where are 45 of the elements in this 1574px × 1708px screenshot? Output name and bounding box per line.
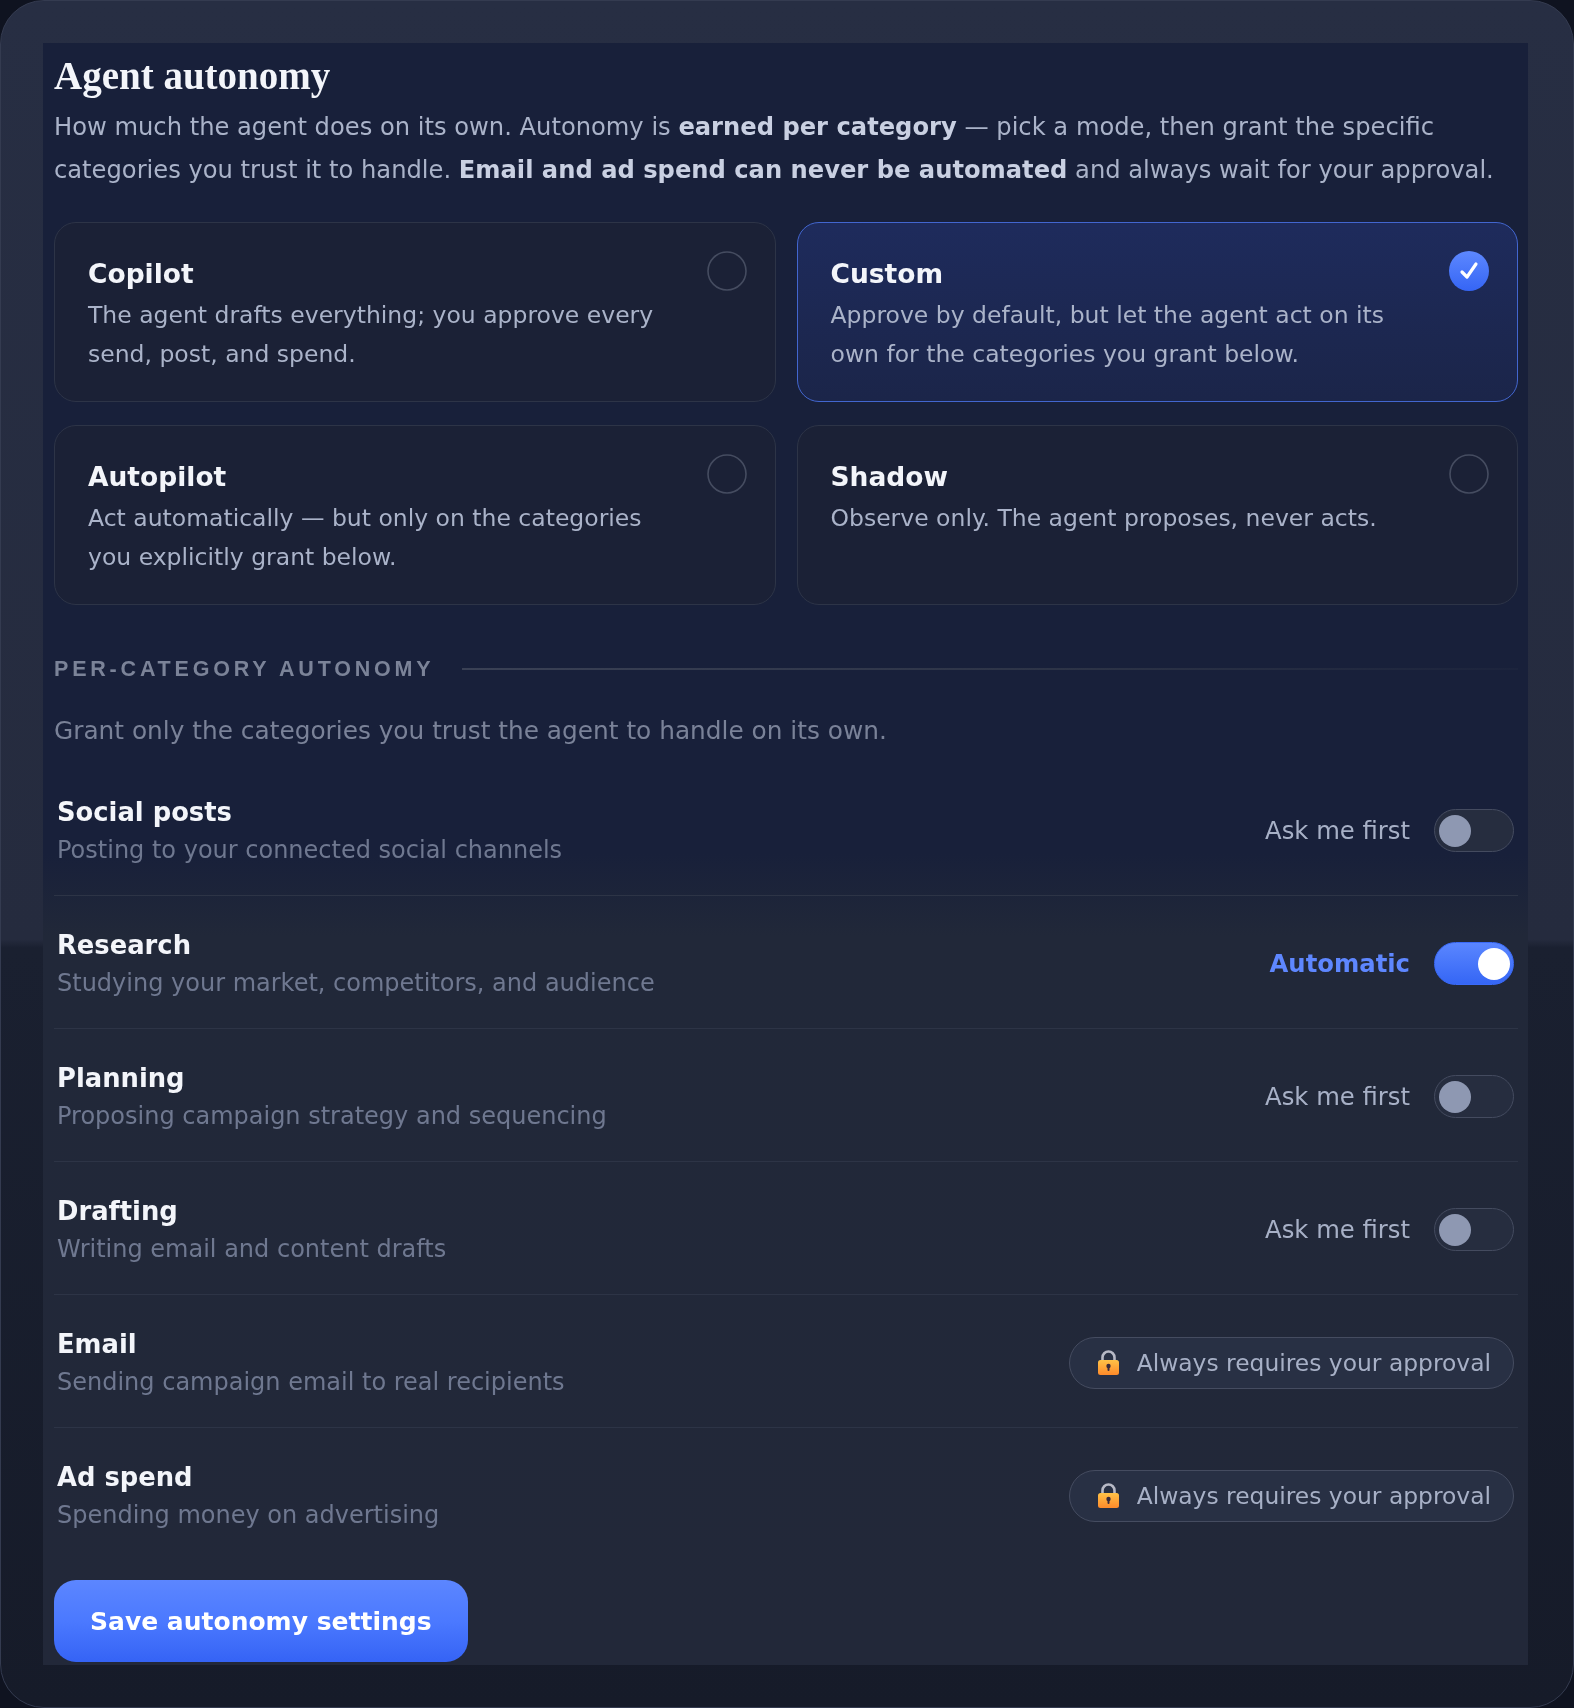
checkmark-circle-icon xyxy=(1449,251,1489,291)
radio-circle-icon xyxy=(706,251,747,291)
mode-option-card[interactable]: Autopilot Act automatically — but only on the categories you explicitly grant below. xyxy=(54,425,776,605)
toggle-status-label: Ask me first xyxy=(1265,814,1410,847)
save-button[interactable]: Save autonomy settings xyxy=(54,1580,468,1662)
category-title: Planning xyxy=(57,1062,185,1095)
category-title: Social posts xyxy=(57,796,232,829)
mode-option-card[interactable]: Shadow Observe only. The agent proposes, never acts. xyxy=(796,425,1518,605)
mode-description: Observe only. The agent proposes, never acts. xyxy=(830,503,1377,534)
radio-circle-icon xyxy=(706,454,747,494)
radio-circle-icon xyxy=(1449,454,1489,494)
padlock-icon xyxy=(1097,1483,1119,1508)
category-title: Email xyxy=(57,1328,137,1361)
padlock-icon xyxy=(1097,1350,1119,1375)
page-title: Agent autonomy xyxy=(54,53,332,99)
category-description: Studying your market, competitors, and audience xyxy=(57,968,655,999)
category-title: Ad spend xyxy=(57,1461,193,1494)
section-heading: PER-CATEGORY AUTONOMY xyxy=(54,656,435,683)
toggle-switch[interactable] xyxy=(1434,1075,1514,1118)
badge-label: Always requires your approval xyxy=(1136,1347,1491,1379)
category-title: Research xyxy=(57,929,191,962)
mode-title: Custom xyxy=(830,257,944,291)
toggle-status-label: Ask me first xyxy=(1265,1080,1410,1113)
category-description: Writing email and content drafts xyxy=(57,1234,447,1265)
mode-title: Copilot xyxy=(88,257,194,291)
toggle-status-label: Ask me first xyxy=(1265,1213,1410,1246)
toggle-switch[interactable] xyxy=(1434,1208,1514,1251)
category-title: Drafting xyxy=(57,1195,178,1228)
toggle-status-label: Automatic xyxy=(1269,947,1410,980)
page-description: How much the agent does on its own. Autonomy is earned per category — pick a mode, then grant the specific categories you trust it to handle. Email and ad spend can never be automated and always wait for your approval. xyxy=(54,112,1495,186)
toggle-switch[interactable] xyxy=(1434,809,1514,852)
category-description: Sending campaign email to real recipients xyxy=(57,1367,565,1398)
mode-description: Act automatically — but only on the categories you explicitly grant below. xyxy=(88,503,643,573)
mode-option-card[interactable]: Custom Approve by default, but let the agent act on its own for the categories you grant below. xyxy=(796,222,1518,402)
toggle-switch[interactable] xyxy=(1434,942,1514,985)
mode-title: Autopilot xyxy=(88,460,227,494)
mode-description: The agent drafts everything; you approve every send, post, and spend. xyxy=(88,300,655,370)
category-description: Spending money on advertising xyxy=(57,1500,440,1531)
mode-description: Approve by default, but let the agent act on its own for the categories you grant below. xyxy=(830,300,1385,370)
section-subtitle: Grant only the categories you trust the agent to handle on its own. xyxy=(54,715,888,747)
category-description: Proposing campaign strategy and sequencing xyxy=(57,1101,607,1132)
mode-title: Shadow xyxy=(830,460,948,494)
category-description: Posting to your connected social channels xyxy=(57,835,563,866)
mode-option-card[interactable]: Copilot The agent drafts everything; you approve every send, post, and spend. xyxy=(54,222,776,402)
badge-label: Always requires your approval xyxy=(1136,1480,1491,1512)
